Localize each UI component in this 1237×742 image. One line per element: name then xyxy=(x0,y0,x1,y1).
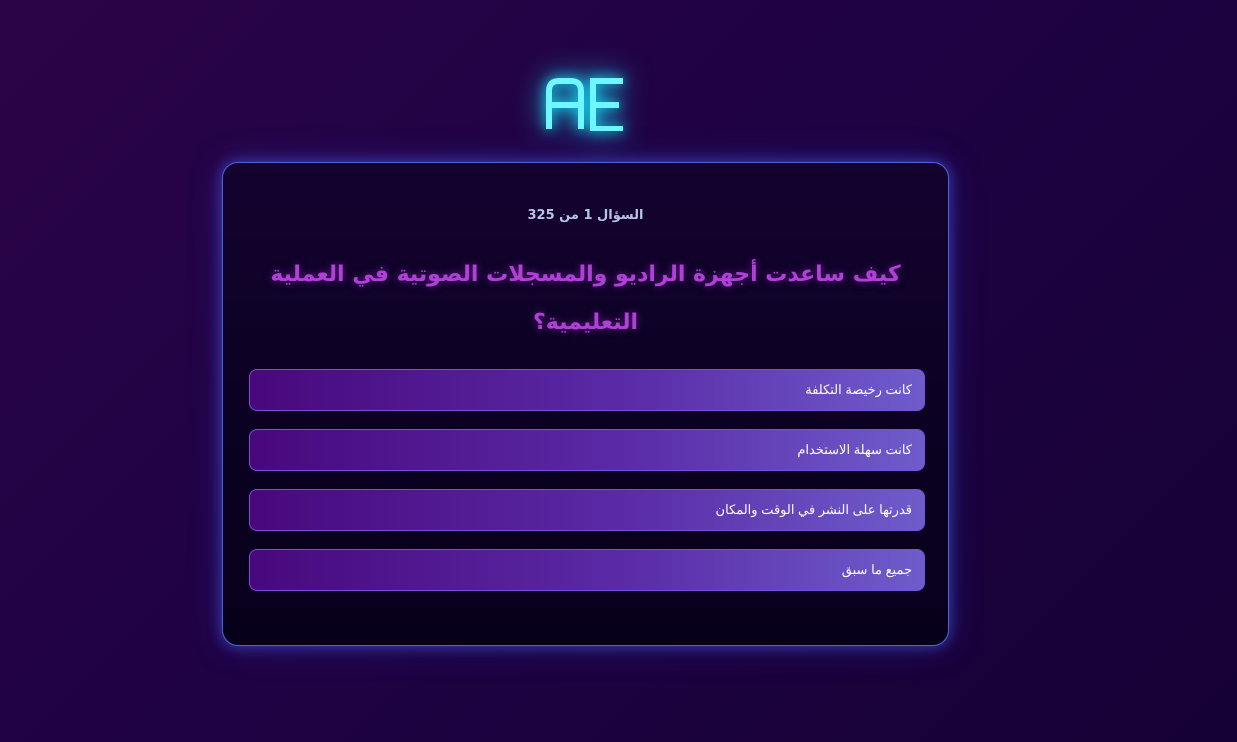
ae-logo-icon xyxy=(546,78,623,132)
answer-option-4[interactable]: جميع ما سبق xyxy=(249,549,925,591)
logo xyxy=(543,75,627,132)
answer-option-3[interactable]: قدرتها على النشر في الوقت والمكان xyxy=(249,489,925,531)
question-text: كيف ساعدت أجهزة الراديو والمسجلات الصوتي… xyxy=(270,262,901,335)
question-counter: السؤال 1 من 325 xyxy=(527,208,644,223)
answer-option-1[interactable]: كانت رخيصة التكلفة xyxy=(249,369,925,411)
answer-option-2[interactable]: كانت سهلة الاستخدام xyxy=(249,429,925,471)
quiz-card: السؤال 1 من 325 كيف ساعدت أجهزة الراديو … xyxy=(222,162,949,646)
